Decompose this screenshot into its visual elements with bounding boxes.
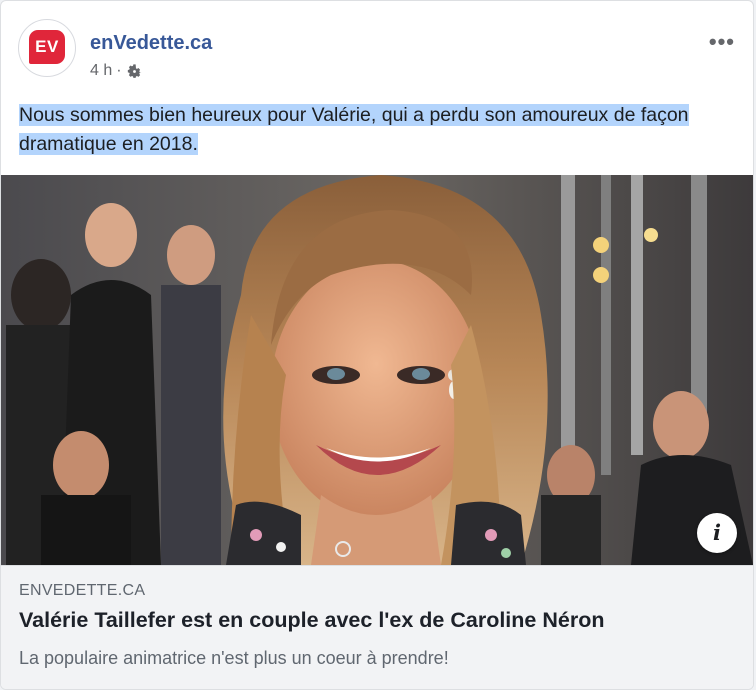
link-title[interactable]: Valérie Taillefer est en couple avec l'e… xyxy=(19,608,604,633)
post-text-selection: Nous sommes bien heureux pour Valérie, q… xyxy=(19,104,689,155)
envedette-logo: EV xyxy=(29,30,65,64)
post-header: EV enVedette.ca 4 h · ••• xyxy=(1,1,753,93)
info-button[interactable]: i xyxy=(697,513,737,553)
gear-icon[interactable] xyxy=(126,63,143,80)
page-avatar[interactable]: EV xyxy=(18,19,76,77)
post-timestamp[interactable]: 4 h xyxy=(90,62,112,80)
meta-separator: · xyxy=(116,62,122,79)
more-options-button[interactable]: ••• xyxy=(709,29,735,55)
post-text: Nous sommes bien heureux pour Valérie, q… xyxy=(19,101,737,159)
link-preview[interactable]: ENVEDETTE.CA Valérie Taillefer est en co… xyxy=(1,565,753,689)
page-name-link[interactable]: enVedette.ca xyxy=(90,32,212,55)
photo-illustration xyxy=(1,175,753,565)
link-domain: ENVEDETTE.CA xyxy=(19,582,146,599)
article-photo[interactable]: i xyxy=(1,175,753,565)
link-description: La populaire animatrice n'est plus un co… xyxy=(19,648,449,668)
post-card: EV enVedette.ca 4 h · ••• Nous sommes bi… xyxy=(0,0,754,690)
post-meta: 4 h · xyxy=(90,62,143,80)
